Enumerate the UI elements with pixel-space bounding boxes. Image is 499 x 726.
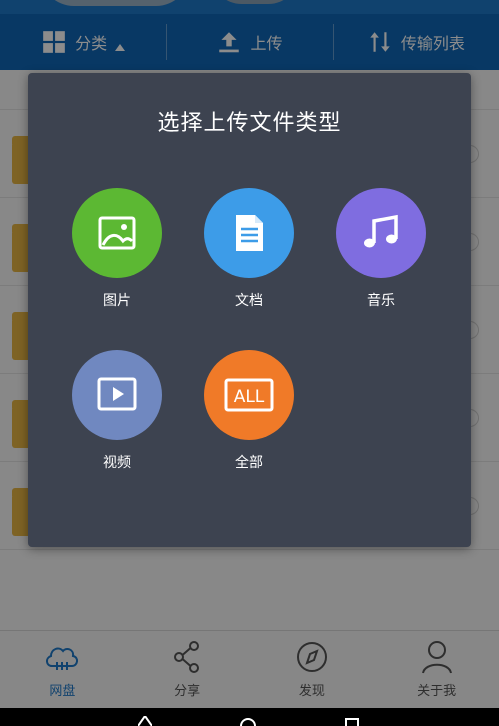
type-image-button[interactable]: 图片 [62, 188, 172, 310]
type-circle: ALL [204, 350, 294, 440]
system-nav-bar [0, 708, 499, 726]
type-document-button[interactable]: 文档 [194, 188, 304, 310]
image-icon [98, 216, 136, 250]
back-icon[interactable] [138, 716, 152, 726]
type-label: 音乐 [367, 293, 395, 309]
type-circle [336, 188, 426, 278]
type-circle [72, 188, 162, 278]
dialog-title: 选择上传文件类型 [157, 111, 342, 136]
video-icon [97, 377, 137, 411]
recents-icon[interactable] [345, 716, 359, 726]
type-label: 全部 [235, 455, 263, 471]
music-icon [364, 214, 398, 248]
type-label: 图片 [103, 293, 131, 309]
type-circle [72, 350, 162, 440]
upload-type-dialog: 选择上传文件类型 图片 文档 音乐 视频 ALL 全部 [28, 73, 471, 547]
type-label: 文档 [235, 293, 263, 309]
document-icon [236, 215, 263, 251]
all-icon: ALL [224, 378, 274, 412]
app-root: 分类 上传 传输列表 网盘 分享 发现 关于我 选择上传文件类型 图片 文档 音… [0, 0, 499, 726]
type-circle [204, 188, 294, 278]
type-all-button[interactable]: ALL 全部 [194, 350, 304, 472]
home-icon[interactable] [240, 716, 256, 726]
type-video-button[interactable]: 视频 [62, 350, 172, 472]
type-label: 视频 [103, 455, 131, 471]
all-icon-text: ALL [234, 387, 265, 407]
type-music-button[interactable]: 音乐 [326, 188, 436, 310]
